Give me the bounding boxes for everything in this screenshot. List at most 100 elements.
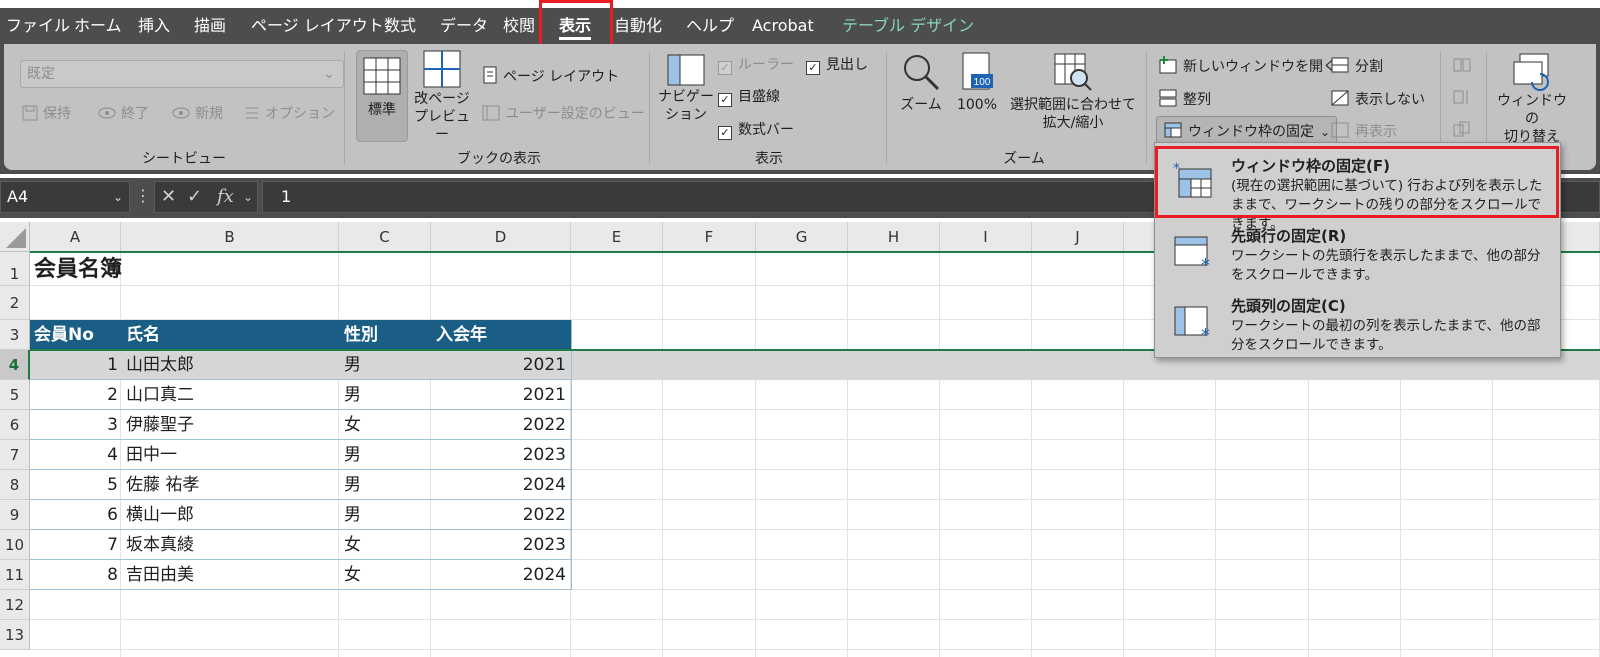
tab-acrobat[interactable]: Acrobat (752, 8, 814, 44)
cell-sex[interactable]: 男 (344, 500, 428, 530)
tab-table-design[interactable]: テーブル デザイン (842, 8, 974, 44)
zoom-100-button[interactable]: 100 100% (952, 52, 1002, 142)
row-header[interactable]: 2 (0, 286, 30, 320)
ruler-checkbox[interactable]: ✓ ルーラー (718, 56, 794, 75)
zoom-button[interactable]: ズーム (896, 52, 946, 142)
tab-draw[interactable]: 描画 (194, 8, 226, 44)
tab-view[interactable]: 表示 (559, 8, 592, 44)
column-header[interactable]: A (30, 222, 121, 252)
cell-member-no[interactable]: 5 (30, 470, 118, 500)
synchronous-scrolling-button[interactable] (1452, 88, 1472, 111)
headings-checkbox[interactable]: ✓ 見出し (806, 56, 868, 75)
cell-name[interactable]: 吉田由美 (126, 560, 336, 590)
row-header[interactable]: 3 (0, 320, 30, 350)
cell-sex[interactable]: 女 (344, 530, 428, 560)
cell-join-year[interactable]: 2022 (436, 500, 566, 530)
cell-name[interactable]: 山口真二 (126, 380, 336, 410)
new-view-button[interactable]: 新規 (172, 105, 223, 123)
chevron-down-icon[interactable]: ⌄ (243, 182, 253, 212)
tab-review[interactable]: 校閲 (503, 8, 535, 44)
cell-join-year[interactable]: 2024 (436, 470, 566, 500)
more-icon[interactable]: ⋮ (134, 181, 152, 213)
column-header[interactable]: F (663, 222, 756, 252)
row-header[interactable]: 10 (0, 530, 30, 560)
column-header[interactable]: H (848, 222, 940, 252)
tab-file[interactable]: ファイル (6, 8, 70, 44)
row-header[interactable]: 8 (0, 470, 30, 500)
row-header[interactable]: 9 (0, 500, 30, 530)
header-name[interactable]: 氏名 (126, 320, 160, 350)
column-header[interactable]: B (121, 222, 339, 252)
zoom-to-selection-button[interactable]: 選択範囲に合わせて 拡大/縮小 (1008, 52, 1138, 142)
cell-join-year[interactable]: 2021 (436, 380, 566, 410)
cell-sex[interactable]: 女 (344, 410, 428, 440)
unhide-window-button[interactable]: 再表示 (1330, 121, 1397, 141)
row-header[interactable]: 4 (0, 350, 30, 380)
cell-member-no[interactable]: 6 (30, 500, 118, 530)
cell-join-year[interactable]: 2021 (436, 350, 566, 380)
row-header[interactable]: 6 (0, 410, 30, 440)
cell-join-year[interactable]: 2023 (436, 530, 566, 560)
tab-page-layout[interactable]: ページ レイアウト (251, 8, 384, 44)
tab-automate[interactable]: 自動化 (614, 8, 662, 44)
header-member-no[interactable]: 会員No (34, 320, 94, 350)
row-header[interactable]: 7 (0, 440, 30, 470)
sheet-view-options-button[interactable]: オプション (244, 105, 335, 123)
cell-sex[interactable]: 男 (344, 380, 428, 410)
keep-button[interactable]: 保持 (22, 105, 71, 123)
cell-member-no[interactable]: 7 (30, 530, 118, 560)
row-header[interactable]: 13 (0, 620, 30, 650)
header-join-year[interactable]: 入会年 (436, 320, 487, 350)
normal-view-button[interactable]: 標準 (356, 50, 408, 142)
new-window-button[interactable]: 新しいウィンドウを開く (1158, 56, 1337, 76)
cell-member-no[interactable]: 3 (30, 410, 118, 440)
cell-member-no[interactable]: 2 (30, 380, 118, 410)
menu-item-freeze-first-column[interactable]: * 先頭列の固定(C) ワークシートの最初の列を表示したままで、他の部分をスクロ… (1155, 287, 1560, 357)
tab-insert[interactable]: 挿入 (138, 8, 170, 44)
formula-bar-checkbox[interactable]: ✓ 数式バー (718, 121, 794, 140)
row-header[interactable]: 11 (0, 560, 30, 590)
cell-member-no[interactable]: 4 (30, 440, 118, 470)
reset-window-position-button[interactable] (1452, 120, 1472, 143)
header-sex[interactable]: 性別 (344, 320, 378, 350)
menu-item-freeze-top-row[interactable]: * 先頭行の固定(R) ワークシートの先頭行を表示したままで、他の部分をスクロー… (1155, 217, 1560, 287)
cell-member-no[interactable]: 8 (30, 560, 118, 590)
cell-join-year[interactable]: 2023 (436, 440, 566, 470)
column-header[interactable]: C (339, 222, 431, 252)
column-header[interactable]: D (431, 222, 571, 252)
tab-home[interactable]: ホーム (74, 8, 122, 44)
cell-sex[interactable]: 男 (344, 350, 428, 380)
column-header[interactable]: I (940, 222, 1032, 252)
row-header[interactable]: 5 (0, 380, 30, 410)
hide-window-button[interactable]: 表示しない (1330, 89, 1425, 109)
row-header[interactable]: 1 (0, 252, 30, 286)
tab-formulas[interactable]: 数式 (384, 8, 416, 44)
navigation-button[interactable]: ナビゲー ション (658, 54, 714, 144)
split-button[interactable]: 分割 (1330, 56, 1383, 76)
cell-sex[interactable]: 男 (344, 440, 428, 470)
tab-help[interactable]: ヘルプ (686, 8, 734, 44)
enter-icon[interactable]: ✓ (187, 182, 202, 212)
menu-item-freeze-panes[interactable]: * ウィンドウ枠の固定(F) (現在の選択範囲に基づいて) 行および列を表示した… (1155, 147, 1560, 232)
cell-member-no[interactable]: 1 (30, 350, 118, 380)
sheet-title[interactable]: 会員名簿 (34, 250, 122, 290)
column-header[interactable]: G (756, 222, 848, 252)
page-layout-view-button[interactable]: ページ レイアウト (482, 66, 619, 86)
cell-name[interactable]: 田中一 (126, 440, 336, 470)
switch-windows-button[interactable]: ウィンドウの 切り替え (1494, 52, 1570, 145)
arrange-all-button[interactable]: 整列 (1158, 89, 1211, 109)
cell-join-year[interactable]: 2024 (436, 560, 566, 590)
cell-sex[interactable]: 男 (344, 470, 428, 500)
insert-function-button[interactable]: fx (217, 182, 234, 212)
cell-name[interactable]: 横山一郎 (126, 500, 336, 530)
custom-views-button[interactable]: ユーザー設定のビュー (482, 105, 645, 123)
view-side-by-side-button[interactable] (1452, 56, 1472, 79)
cell-name[interactable]: 伊藤聖子 (126, 410, 336, 440)
exit-button[interactable]: 終了 (98, 105, 149, 123)
tab-data[interactable]: データ (440, 8, 488, 44)
column-header[interactable]: J (1032, 222, 1124, 252)
cell-name[interactable]: 山田太郎 (126, 350, 336, 380)
name-box[interactable]: A4 ⌄ (0, 181, 130, 213)
cell-name[interactable]: 佐藤 祐孝 (126, 470, 336, 500)
page-break-preview-button[interactable]: 改ページ プレビュー (410, 50, 474, 143)
